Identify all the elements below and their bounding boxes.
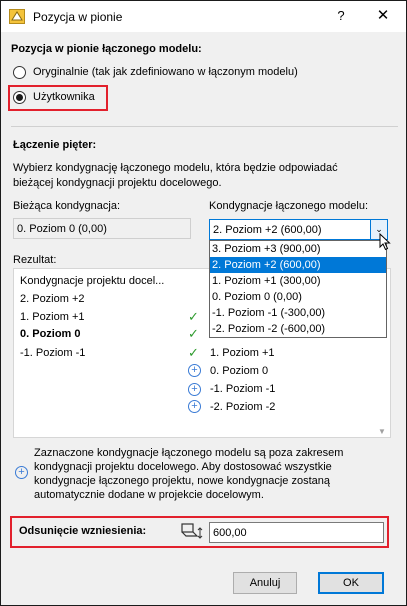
add-story-icon: + [188,364,201,377]
offset-input[interactable]: 600,00 [209,522,384,543]
stories-header: Łączenie pięter: [13,139,97,151]
result-row-right[interactable]: 1. Poziom +1 [210,347,275,359]
result-row-left[interactable]: -1. Poziom -1 [20,347,85,359]
mouse-cursor-icon [379,233,391,251]
app-icon [9,9,25,24]
radio-user-label[interactable]: Użytkownika [33,91,95,103]
close-button[interactable]: ✕ [369,3,397,29]
window-title: Pozycja w pionie [33,10,123,24]
note-line-4: automatycznie dodane w projekcie docelow… [34,489,264,501]
dropdown-option[interactable]: 0. Poziom 0 (0,00) [210,289,386,305]
result-row-right[interactable]: 0. Poziom 0 [210,365,268,377]
linked-story-value: 2. Poziom +2 (600,00) [213,224,322,236]
offset-label: Odsunięcie wzniesienia: [19,525,147,537]
check-icon: ✓ [188,309,199,324]
help-button[interactable]: ? [327,3,355,29]
radio-user[interactable] [13,91,26,104]
result-row-right[interactable]: -2. Poziom -2 [210,401,275,413]
result-row-left[interactable]: 1. Poziom +1 [20,311,85,323]
stories-description-2: bieżącej kondygnacji projektu docelowego… [13,177,222,189]
title-bar: Pozycja w pionie ? ✕ [1,1,406,32]
cancel-button[interactable]: Anuluj [233,572,297,594]
check-icon: ✓ [188,345,199,360]
linked-story-label: Kondygnacje łączonego modelu: [209,200,369,212]
separator-1 [11,126,398,127]
note-line-1: Zaznaczone kondygnacje łączonego modelu … [34,447,344,459]
linked-story-dropdown[interactable]: 3. Poziom +3 (900,00) 2. Poziom +2 (600,… [209,240,387,338]
result-row-left[interactable]: 0. Poziom 0 [20,328,81,340]
elevation-offset-icon [181,523,203,539]
result-column-header: Kondygnacje projektu docel... [20,275,165,287]
note-line-3: kondygnacje łączonego projektu, nowe kon… [34,475,330,487]
stories-description-1: Wybierz kondygnację łączonego modelu, kt… [13,162,338,174]
dialog-window: Pozycja w pionie ? ✕ Pozycja w pionie łą… [0,0,407,606]
radio-original-label[interactable]: Oryginalnie (tak jak zdefiniowano w łącz… [33,66,298,78]
ok-button[interactable]: OK [318,572,384,594]
dropdown-option[interactable]: 3. Poziom +3 (900,00) [210,241,386,257]
note-line-2: kondygnacji projektu docelowego. Aby dos… [34,461,332,473]
dropdown-option[interactable]: -2. Poziom -2 (-600,00) [210,321,386,337]
result-label: Rezultat: [13,254,57,266]
result-row-left[interactable]: 2. Poziom +2 [20,293,85,305]
add-story-icon: + [188,383,201,396]
current-story-field: 0. Poziom 0 (0,00) [13,218,191,239]
scroll-down-icon[interactable]: ▼ [378,427,386,436]
check-icon: ✓ [188,326,199,341]
dropdown-option[interactable]: 1. Poziom +1 (300,00) [210,273,386,289]
result-row-right[interactable]: -1. Poziom -1 [210,383,275,395]
model-position-header: Pozycja w pionie łączonego modelu: [11,43,202,55]
add-story-icon: + [188,400,201,413]
add-story-icon: + [15,466,28,479]
current-story-label: Bieżąca kondygnacja: [13,200,121,212]
dropdown-option[interactable]: -1. Poziom -1 (-300,00) [210,305,386,321]
dropdown-option-selected[interactable]: 2. Poziom +2 (600,00) [210,257,386,273]
linked-story-combo[interactable]: 2. Poziom +2 (600,00) ⌄ [209,219,388,240]
radio-original[interactable] [13,66,26,79]
